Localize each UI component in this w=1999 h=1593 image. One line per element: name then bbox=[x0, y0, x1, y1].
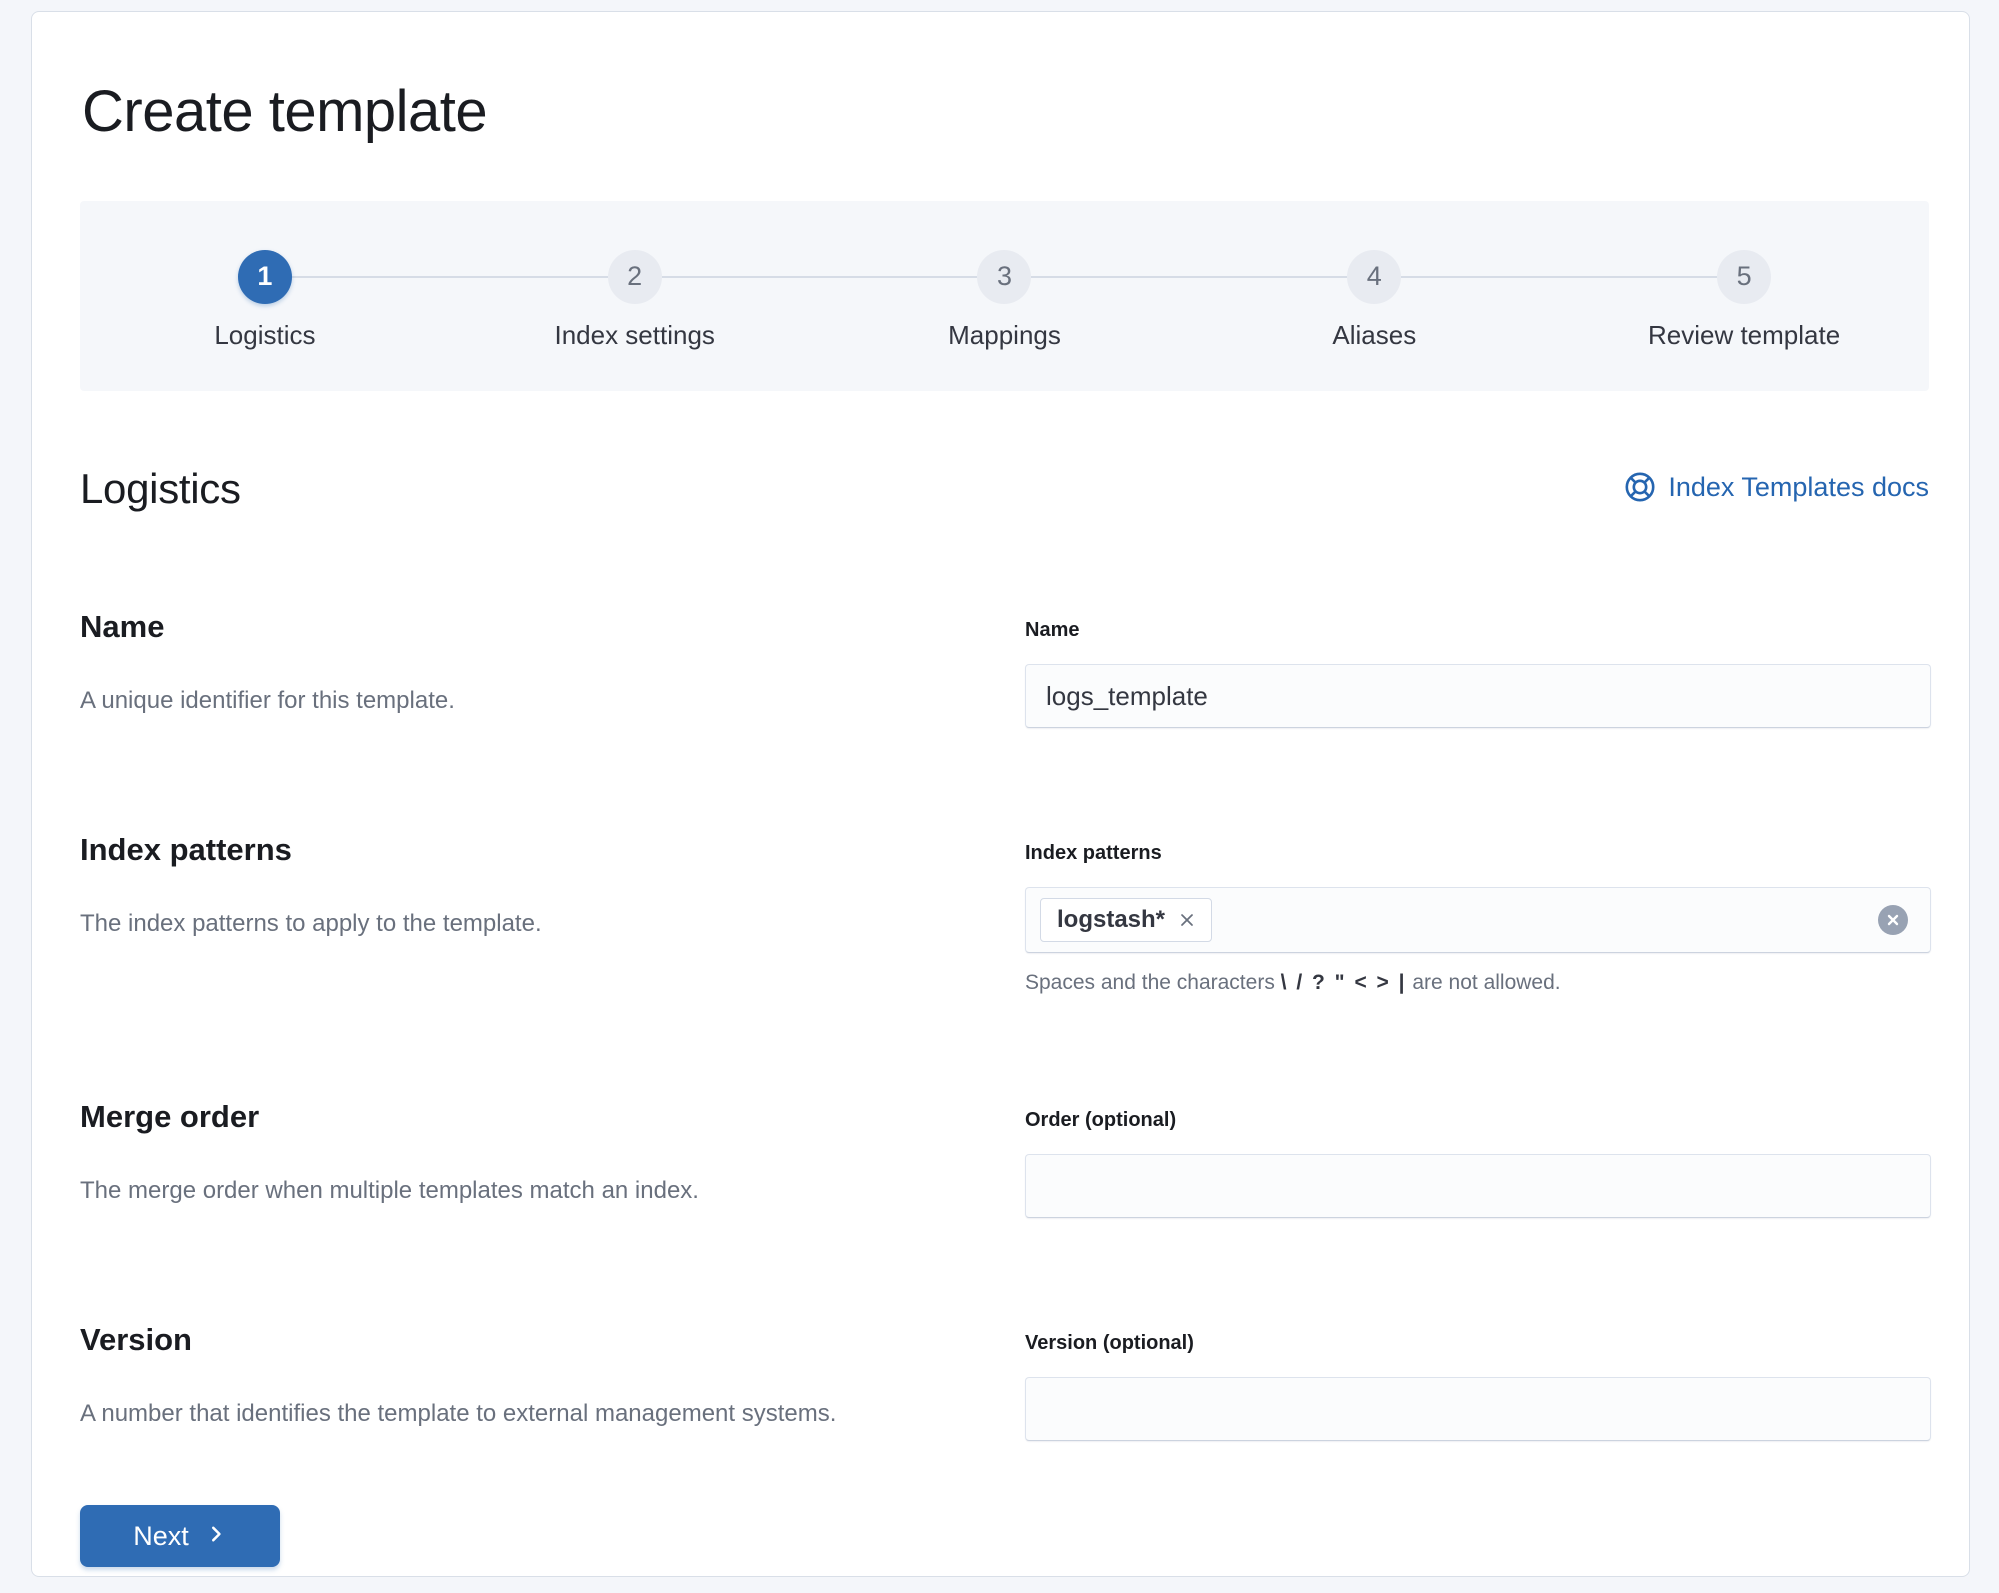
name-row-description: A unique identifier for this template. bbox=[80, 683, 940, 719]
step-number-badge: 1 bbox=[238, 250, 292, 304]
index-patterns-field-column: Index patterns logstash* Spaces and bbox=[1025, 832, 1931, 995]
index-patterns-combo-box[interactable]: logstash* bbox=[1025, 887, 1931, 953]
help-text-suffix: are not allowed. bbox=[1407, 971, 1561, 994]
step-connector-line bbox=[1031, 276, 1347, 278]
version-row-description: A number that identifies the template to… bbox=[80, 1396, 940, 1432]
index-templates-docs-link[interactable]: Index Templates docs bbox=[1624, 471, 1929, 503]
merge-order-field-column: Order (optional) bbox=[1025, 1099, 1931, 1218]
step-aliases[interactable]: 4 Aliases bbox=[1189, 250, 1559, 351]
section-title: Logistics bbox=[80, 465, 241, 513]
wizard-stepper: 1 Logistics 2 Index settings 3 Mappings … bbox=[80, 201, 1929, 391]
name-field-label: Name bbox=[1025, 619, 1931, 642]
version-input[interactable] bbox=[1025, 1377, 1931, 1441]
help-text-prefix: Spaces and the characters bbox=[1025, 971, 1281, 994]
step-number-badge: 3 bbox=[977, 250, 1031, 304]
name-row-heading: Name bbox=[80, 609, 940, 645]
name-field-column: Name bbox=[1025, 609, 1931, 728]
step-connector-line bbox=[1401, 276, 1717, 278]
version-description-column: Version A number that identifies the tem… bbox=[80, 1322, 940, 1441]
step-number-badge: 4 bbox=[1347, 250, 1401, 304]
order-field-label: Order (optional) bbox=[1025, 1109, 1931, 1132]
page-title: Create template bbox=[82, 78, 1929, 145]
index-patterns-row-description: The index patterns to apply to the templ… bbox=[80, 906, 940, 942]
step-connector-line bbox=[292, 276, 608, 278]
create-template-panel: Create template 1 Logistics 2 Index sett… bbox=[31, 11, 1970, 1577]
remove-pattern-icon[interactable] bbox=[1177, 910, 1197, 930]
index-patterns-field-label: Index patterns bbox=[1025, 842, 1931, 865]
form-row-name: Name A unique identifier for this templa… bbox=[80, 609, 1929, 728]
index-pattern-pill-label: logstash* bbox=[1057, 906, 1165, 934]
chevron-right-icon bbox=[205, 1521, 227, 1552]
step-number-badge: 2 bbox=[608, 250, 662, 304]
step-label: Review template bbox=[1648, 320, 1840, 351]
index-patterns-description-column: Index patterns The index patterns to app… bbox=[80, 832, 940, 995]
version-row-heading: Version bbox=[80, 1322, 940, 1358]
form-row-merge-order: Merge order The merge order when multipl… bbox=[80, 1099, 1929, 1218]
step-review-template[interactable]: 5 Review template bbox=[1559, 250, 1929, 351]
merge-order-row-description: The merge order when multiple templates … bbox=[80, 1173, 940, 1209]
step-label: Logistics bbox=[214, 320, 315, 351]
step-label: Mappings bbox=[948, 320, 1061, 351]
step-label: Aliases bbox=[1332, 320, 1416, 351]
step-mappings[interactable]: 3 Mappings bbox=[820, 250, 1190, 351]
clear-combo-icon[interactable] bbox=[1878, 905, 1908, 935]
index-pattern-pill: logstash* bbox=[1040, 898, 1212, 942]
next-button-label: Next bbox=[133, 1521, 189, 1552]
step-connector-line bbox=[662, 276, 978, 278]
name-input[interactable] bbox=[1025, 664, 1931, 728]
step-logistics[interactable]: 1 Logistics bbox=[80, 250, 450, 351]
merge-order-row-heading: Merge order bbox=[80, 1099, 940, 1135]
help-life-ring-icon bbox=[1624, 471, 1656, 503]
version-field-label: Version (optional) bbox=[1025, 1332, 1931, 1355]
index-patterns-help-text: Spaces and the characters \ / ? " < > | … bbox=[1025, 971, 1931, 995]
step-label: Index settings bbox=[554, 320, 714, 351]
merge-order-description-column: Merge order The merge order when multipl… bbox=[80, 1099, 940, 1218]
order-input[interactable] bbox=[1025, 1154, 1931, 1218]
form-row-index-patterns: Index patterns The index patterns to app… bbox=[80, 832, 1929, 995]
index-patterns-row-heading: Index patterns bbox=[80, 832, 940, 868]
forbidden-characters: \ / ? " < > | bbox=[1281, 971, 1407, 994]
version-field-column: Version (optional) bbox=[1025, 1322, 1931, 1441]
section-header: Logistics Index Templates docs bbox=[80, 465, 1929, 513]
form-row-version: Version A number that identifies the tem… bbox=[80, 1322, 1929, 1441]
name-description-column: Name A unique identifier for this templa… bbox=[80, 609, 940, 728]
step-index-settings[interactable]: 2 Index settings bbox=[450, 250, 820, 351]
next-button[interactable]: Next bbox=[80, 1505, 280, 1567]
docs-link-label: Index Templates docs bbox=[1668, 472, 1929, 503]
step-number-badge: 5 bbox=[1717, 250, 1771, 304]
